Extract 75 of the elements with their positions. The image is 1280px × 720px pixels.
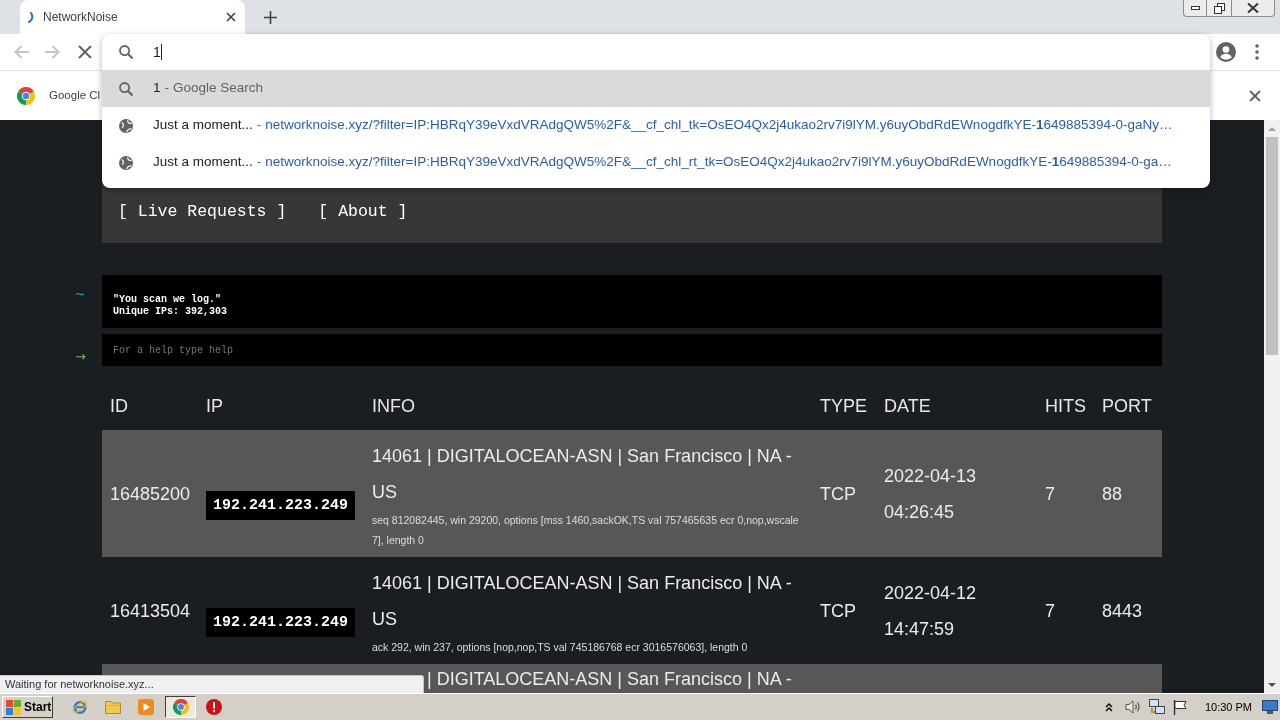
speaker-icon[interactable] [1124,700,1141,714]
column-header[interactable]: IP [206,392,223,420]
info-text: 14061 | DIGITALOCEAN-ASN | San Francisco | NA - US [372,445,793,504]
column-header[interactable]: INFO [372,392,415,420]
close-window-button[interactable] [1232,0,1275,17]
address-field[interactable]: 1 [153,34,1210,70]
terminal-line: Unique IPs: 392,303 [113,306,228,318]
status-bubble: Waiting for networknoise.xyz... [0,675,424,693]
column-header[interactable]: PORT [1102,392,1152,420]
flag-icon[interactable] [1172,699,1187,715]
nav-link[interactable]: [ About ] [318,202,408,222]
monitor-icon[interactable] [1262,700,1278,714]
plus-icon [263,10,277,24]
infobar-text: Google Cl [49,87,101,103]
table-cell-text: 2022-04-12 14:47:59 [884,581,978,641]
taskbar-clock[interactable]: 10:30 PM [1204,698,1252,716]
close-icon [1249,89,1261,102]
command-input[interactable]: For a help type help [102,334,1162,366]
arrow-left-icon [13,44,29,60]
ip-address: 192.241.223.249 [206,608,356,637]
triangle-down-icon [1268,682,1276,687]
person-icon [1216,42,1236,62]
column-header[interactable]: HITS [1045,392,1086,420]
double-chevron-up-icon[interactable] [1104,702,1113,712]
minimize-icon [1190,6,1200,10]
close-icon [1247,3,1259,13]
info-text: 14061 | DIGITALOCEAN-ASN | San Francisco | NA - US [372,572,793,631]
loading-spinner-icon [28,11,36,23]
table-cell-text: 16413504 [110,599,191,623]
flag-logo-icon [6,699,21,715]
browser-logo-icon [17,86,35,105]
search-icon [119,45,133,59]
suggestion-item[interactable]: Just a moment... - networknoise.xyz/?filter=IP:HBRqY39eVxdVRAdgQW5%2F&__cf_chl_rt_tk=OsEO4Qx2j4ukao2rv7i9lYM.y6uyObdRdEWnogdfkYE-1649885394-0-ga… [102,144,1210,181]
ip-address: 192.241.223.249 [206,491,356,520]
packet-detail: seq 812082445, win 29200, options [mss 1460,sackOK,TS val 757465635 ecr 0,nop,wscale 7], length 0 [372,513,800,548]
arrow-right-icon [45,44,61,60]
globe-icon [119,155,133,170]
close-infobar-button[interactable] [1247,87,1263,104]
table-cell-text: 88 [1102,482,1123,506]
letter-e-logo-icon[interactable] [72,699,88,715]
column-header[interactable]: TYPE [820,392,867,420]
restore-button[interactable] [1207,0,1232,17]
suggestion-item[interactable]: Just a moment... - networknoise.xyz/?filter=IP:HBRqY39eVxdVRAdgQW5%2F&__cf_chl_tk=OsEO4Qx2j4ukao2rv7i9lYM.y6uyObdRdEWnogdfkYE-1649885394-0-gaNy… [102,107,1210,144]
alert-circle-icon[interactable] [206,699,222,715]
globe-icon [119,118,133,133]
suggestion-item[interactable]: 1 - Google Search [102,70,1210,107]
minimize-button[interactable] [1183,0,1207,17]
cross-icon [78,45,92,59]
column-header[interactable]: DATE [884,392,931,420]
table-cell-text: 16485200 [110,482,191,506]
table-cell-text: 2022-04-13 04:26:45 [884,464,978,524]
network-icon[interactable] [1148,699,1165,715]
scrollbar-thumb[interactable] [1266,137,1278,355]
packet-detail: ack 292, win 237, options [nop,nop,TS val 745186768 ecr 3016576063], length 0 [372,640,749,655]
table-cell-text: TCP [820,599,856,623]
taskbar-button[interactable] [165,696,196,718]
browser-tab[interactable]: NetworkNoise [20,0,245,34]
terminal-line: "You scan we log." [113,294,222,306]
table-cell-text: 7 [1045,599,1055,623]
close-icon [226,12,236,22]
table-cell-text: TCP [820,482,856,506]
prompt-symbol: ~ [75,286,85,306]
column-header[interactable]: ID [110,392,128,420]
table-cell-text: 7 [1045,482,1055,506]
prompt-arrow: → [75,348,86,366]
more-vertical-icon [1255,44,1259,60]
nav-link[interactable]: [ Live Requests ] [118,202,287,222]
start-button[interactable]: Start [2,696,53,718]
search-icon [119,81,133,96]
browser-logo-icon [172,699,189,715]
table-cell-text: 8443 [1102,599,1143,623]
triangle-up-icon [1268,126,1276,131]
text-cursor-icon [160,44,162,60]
info-text: | DIGITALOCEAN-ASN | San Francisco | NA - [427,669,792,690]
restore-icon [1213,2,1225,14]
